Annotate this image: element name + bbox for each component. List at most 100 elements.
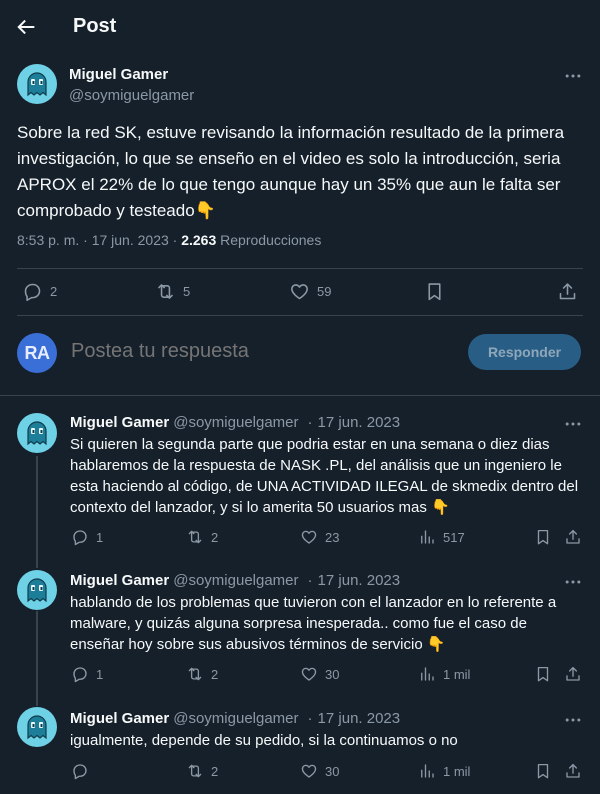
- divider: [17, 315, 583, 316]
- bookmark-button[interactable]: [534, 528, 552, 546]
- views-button[interactable]: 517: [418, 528, 465, 546]
- reply-header: Miguel Gamer @soymiguelgamer · 17 jun. 20…: [70, 572, 400, 589]
- more-options-icon[interactable]: [563, 572, 583, 592]
- user-avatar[interactable]: RA: [17, 333, 57, 373]
- bookmark-button[interactable]: [534, 665, 552, 683]
- reply-input[interactable]: [71, 340, 441, 363]
- share-button[interactable]: [564, 665, 582, 683]
- reply-date[interactable]: 17 jun. 2023: [318, 572, 401, 589]
- top-bar: Post: [0, 0, 600, 53]
- reply-date[interactable]: 17 jun. 2023: [318, 710, 401, 727]
- like-button[interactable]: 30: [300, 762, 339, 780]
- like-button[interactable]: 30: [300, 665, 339, 683]
- author-handle[interactable]: @soymiguelgamer: [69, 87, 194, 104]
- page-title: Post: [73, 15, 117, 37]
- reply-author-handle[interactable]: @soymiguelgamer: [173, 710, 298, 727]
- like-count: 30: [325, 666, 340, 682]
- reply-avatar[interactable]: [17, 413, 57, 453]
- heart-icon: [300, 528, 318, 546]
- views-count: 1 mil: [443, 666, 471, 682]
- bookmark-icon: [424, 281, 445, 302]
- reply-author-name[interactable]: Miguel Gamer: [70, 414, 169, 431]
- views-icon: [418, 762, 436, 780]
- reply-icon: [71, 665, 89, 683]
- repost-count: 2: [211, 529, 219, 545]
- like-count: 23: [325, 529, 340, 545]
- repost-icon: [155, 281, 176, 302]
- more-options-icon[interactable]: [563, 66, 583, 86]
- like-button[interactable]: 23: [300, 528, 339, 546]
- repost-count: 2: [211, 666, 219, 682]
- author-name[interactable]: Miguel Gamer: [69, 66, 168, 83]
- like-count: 59: [317, 284, 332, 299]
- reply-button[interactable]: 2: [22, 281, 57, 302]
- reply-button[interactable]: 1: [71, 665, 103, 683]
- heart-icon: [300, 762, 318, 780]
- repost-button[interactable]: 2: [186, 762, 218, 780]
- views-button[interactable]: 1 mil: [418, 762, 470, 780]
- author-avatar[interactable]: [17, 64, 57, 104]
- ghost-icon: [23, 70, 51, 98]
- share-button[interactable]: [564, 528, 582, 546]
- views-count: 517: [443, 529, 465, 545]
- heart-icon: [300, 665, 318, 683]
- reply-icon: [22, 281, 43, 302]
- post-timestamp[interactable]: 8:53 p. m. · 17 jun. 2023 ·: [17, 232, 181, 248]
- bookmark-button[interactable]: [534, 762, 552, 780]
- like-button[interactable]: 59: [289, 281, 331, 302]
- reply-button[interactable]: 1: [71, 528, 103, 546]
- share-icon: [564, 665, 582, 683]
- repost-button[interactable]: 5: [155, 281, 190, 302]
- more-options-icon[interactable]: [563, 414, 583, 434]
- thread-line: [36, 456, 38, 568]
- divider: [0, 395, 600, 396]
- reply-avatar[interactable]: [17, 570, 57, 610]
- separator: ·: [307, 414, 313, 431]
- share-icon: [557, 281, 578, 302]
- repost-button[interactable]: 2: [186, 665, 218, 683]
- views-count: 1 mil: [443, 763, 471, 779]
- separator: ·: [307, 710, 313, 727]
- reply-button[interactable]: [71, 762, 96, 780]
- bookmark-icon: [534, 528, 552, 546]
- reply-author-name[interactable]: Miguel Gamer: [70, 572, 169, 589]
- repost-button[interactable]: 2: [186, 528, 218, 546]
- more-options-icon[interactable]: [563, 710, 583, 730]
- reply-author-handle[interactable]: @soymiguelgamer: [173, 414, 298, 431]
- repost-icon: [186, 762, 204, 780]
- share-button[interactable]: [557, 281, 578, 302]
- back-arrow-icon[interactable]: [16, 16, 38, 38]
- ghost-icon: [23, 576, 51, 604]
- repost-count: 2: [211, 763, 219, 779]
- reply-count: 1: [96, 529, 104, 545]
- bookmark-icon: [534, 762, 552, 780]
- reply-author-name[interactable]: Miguel Gamer: [70, 710, 169, 727]
- reply-author-handle[interactable]: @soymiguelgamer: [173, 572, 298, 589]
- bookmark-icon: [534, 665, 552, 683]
- post-meta: 8:53 p. m. · 17 jun. 2023 · 2.263 Reprod…: [17, 232, 321, 248]
- reply-header: Miguel Gamer @soymiguelgamer · 17 jun. 20…: [70, 414, 400, 431]
- reply-count: 2: [50, 284, 58, 299]
- reply-avatar[interactable]: [17, 707, 57, 747]
- reply-date[interactable]: 17 jun. 2023: [318, 414, 401, 431]
- share-icon: [564, 762, 582, 780]
- reply-header: Miguel Gamer @soymiguelgamer · 17 jun. 20…: [70, 710, 400, 727]
- reply-text: hablando de los problemas que tuvieron c…: [70, 594, 557, 653]
- ghost-icon: [23, 419, 51, 447]
- ghost-icon: [23, 713, 51, 741]
- views-button[interactable]: 1 mil: [418, 665, 470, 683]
- post-actions: 2 5 59: [0, 269, 600, 315]
- reply-icon: [71, 762, 89, 780]
- share-button[interactable]: [564, 762, 582, 780]
- like-count: 30: [325, 763, 340, 779]
- reply-text: igualmente, depende de su pedido, si la …: [70, 732, 458, 749]
- views-label: Reproducciones: [216, 232, 322, 248]
- reply-submit-button[interactable]: Responder: [468, 334, 581, 370]
- reply-text: Si quieren la segunda parte que podria e…: [70, 436, 579, 516]
- repost-count: 5: [183, 284, 191, 299]
- reply-count: 1: [96, 666, 104, 682]
- post-text: Sobre la red SK, estuve revisando la inf…: [17, 123, 565, 220]
- heart-icon: [289, 281, 310, 302]
- separator: ·: [307, 572, 313, 589]
- bookmark-button[interactable]: [424, 281, 445, 302]
